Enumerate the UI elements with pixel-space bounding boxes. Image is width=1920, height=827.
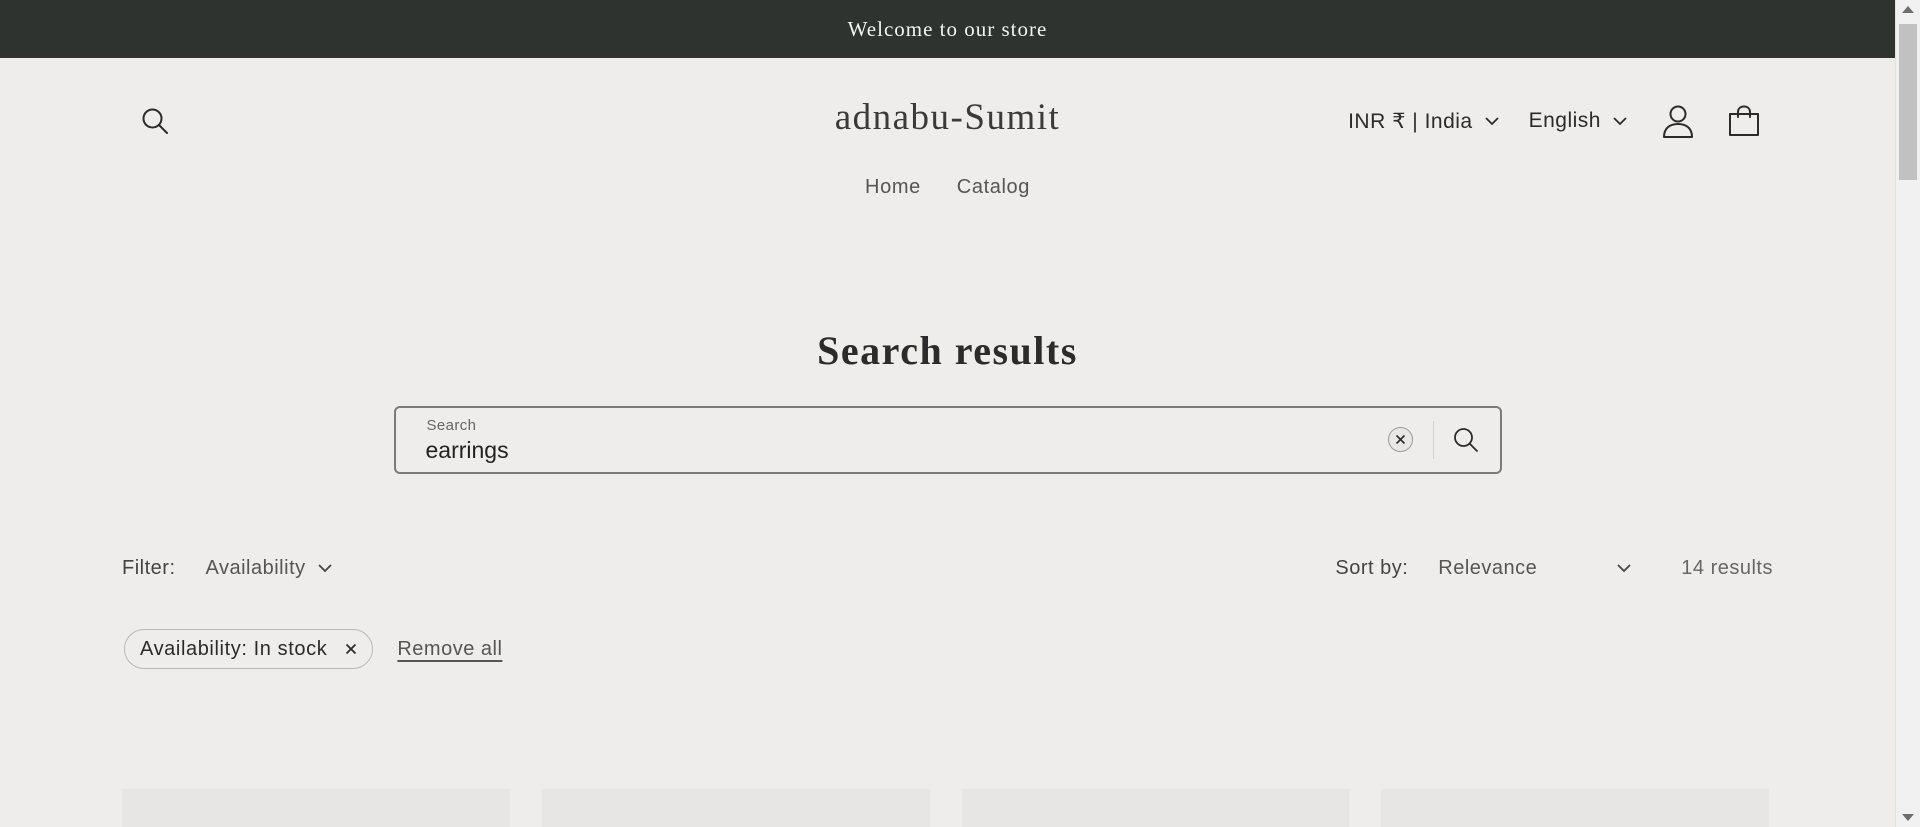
account-button[interactable]	[1657, 100, 1699, 142]
scrollbar-thumb[interactable]	[1899, 24, 1917, 180]
cart-button[interactable]	[1723, 100, 1765, 142]
search-icon	[1453, 428, 1478, 452]
cart-icon	[1729, 105, 1759, 136]
announcement-bar: Welcome to our store	[0, 0, 1895, 58]
active-facets: Availability: In stock Remove all	[124, 629, 1771, 669]
language-selector[interactable]: English	[1529, 109, 1627, 133]
filter-group: Filter: Availability	[122, 557, 332, 580]
active-facet-pill[interactable]: Availability: In stock	[124, 629, 374, 669]
language-selector-label: English	[1528, 109, 1601, 132]
product-grid	[122, 789, 1769, 827]
search-field-label: Search	[426, 417, 477, 434]
search-form: Search	[393, 406, 1502, 474]
search-input[interactable]	[425, 437, 1326, 464]
product-card[interactable]	[961, 789, 1350, 827]
product-card[interactable]	[122, 789, 510, 827]
scroll-up-arrow-icon[interactable]	[1902, 6, 1914, 13]
chevron-down-icon	[1617, 564, 1631, 573]
chevron-down-icon	[1484, 116, 1499, 126]
chevron-down-icon	[317, 564, 332, 573]
scroll-down-arrow-icon[interactable]	[1902, 814, 1914, 821]
close-icon	[345, 643, 357, 655]
product-card[interactable]	[541, 789, 930, 827]
announcement-text: Welcome to our store	[847, 16, 1048, 41]
sort-label: Sort by:	[1335, 557, 1409, 579]
sort-selected-value: Relevance	[1438, 557, 1538, 579]
header-actions: INR ₹ | India English	[1348, 100, 1765, 142]
facet-filter-bar: Filter: Availability Sort by: Relevance …	[122, 557, 1773, 597]
search-divider	[1432, 421, 1434, 459]
currency-selector-label: INR ₹ | India	[1348, 109, 1473, 133]
search-submit-button[interactable]	[1450, 424, 1482, 456]
page-title: Search results	[817, 328, 1078, 373]
site-header: adnabu-Sumit INR ₹ | India English	[0, 58, 1895, 182]
clear-search-button[interactable]	[1387, 427, 1413, 452]
active-facet-label: Availability: In stock	[140, 637, 328, 660]
page: Welcome to our store adnabu-Sumit INR ₹ …	[0, 0, 1895, 827]
availability-filter-label: Availability	[205, 557, 306, 579]
vertical-scrollbar[interactable]	[1895, 0, 1920, 827]
sort-select[interactable]: Relevance	[1438, 557, 1631, 580]
currency-selector[interactable]: INR ₹ | India	[1348, 109, 1499, 134]
remove-all-filters-link[interactable]: Remove all	[397, 638, 502, 661]
account-icon	[1663, 105, 1693, 138]
chevron-down-icon	[1613, 116, 1627, 126]
filter-label: Filter:	[122, 557, 176, 579]
sort-group: Sort by: Relevance 14 results	[1335, 557, 1773, 580]
product-card[interactable]	[1381, 789, 1769, 827]
result-count: 14 results	[1681, 557, 1773, 579]
close-icon	[1395, 434, 1405, 445]
availability-filter-dropdown[interactable]: Availability	[206, 557, 332, 580]
